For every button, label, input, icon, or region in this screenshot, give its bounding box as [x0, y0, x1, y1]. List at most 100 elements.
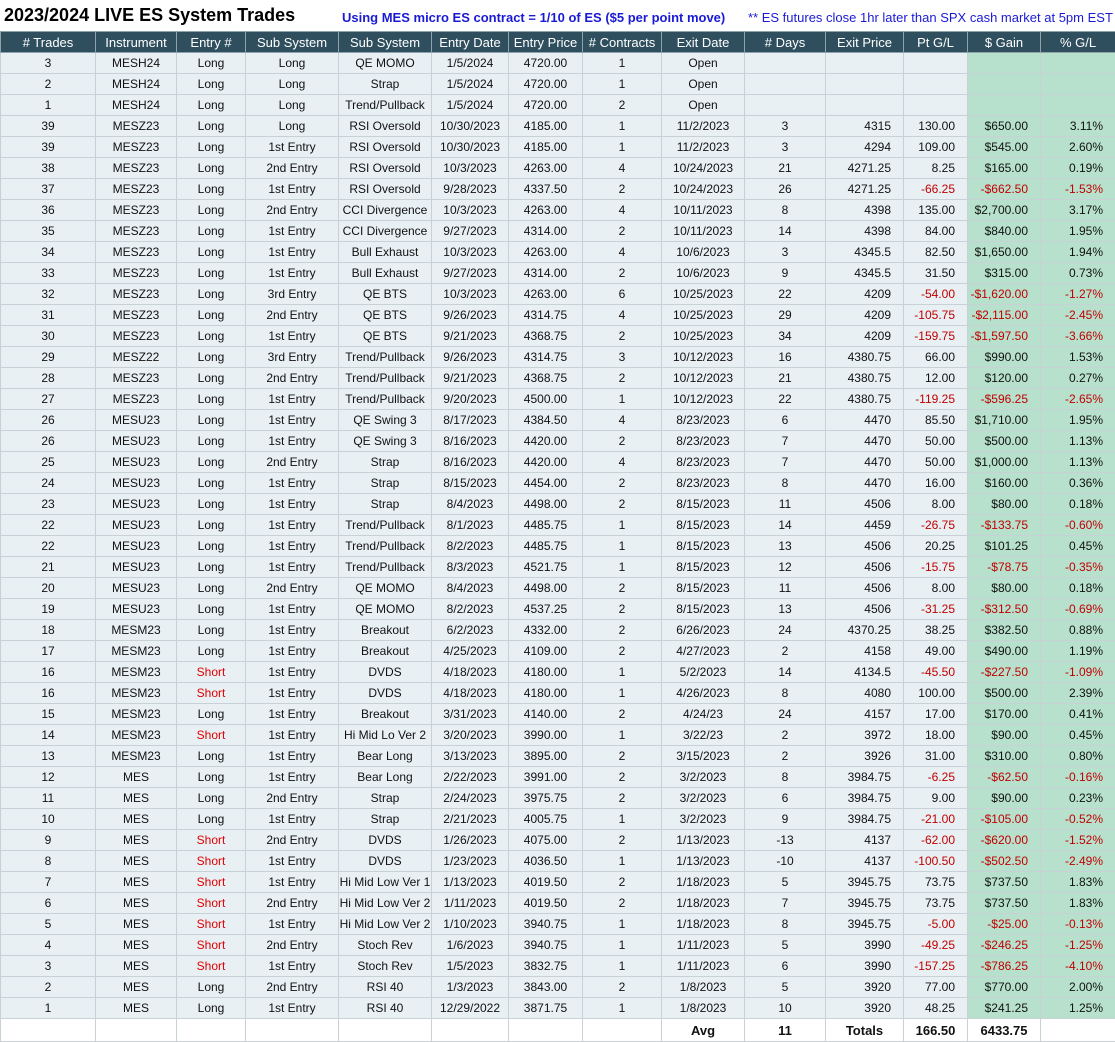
percent-gl-cell[interactable]: 0.27%: [1041, 368, 1115, 389]
contracts-cell[interactable]: 2: [583, 494, 662, 515]
days-held-cell[interactable]: 21: [745, 158, 826, 179]
entry-direction-cell[interactable]: Long: [177, 809, 246, 830]
instrument-cell[interactable]: MESZ23: [96, 389, 177, 410]
trade-number-cell[interactable]: 16: [1, 662, 96, 683]
entry-date-cell[interactable]: 10/3/2023: [432, 158, 509, 179]
trade-number-cell[interactable]: 37: [1, 179, 96, 200]
entry-date-cell[interactable]: 8/16/2023: [432, 452, 509, 473]
entry-number-cell[interactable]: 1st Entry: [246, 998, 339, 1019]
trade-number-cell[interactable]: 2: [1, 74, 96, 95]
exit-price-cell[interactable]: 3945.75: [826, 914, 904, 935]
percent-gl-cell[interactable]: 0.23%: [1041, 788, 1115, 809]
days-held-cell[interactable]: 3: [745, 242, 826, 263]
entry-number-cell[interactable]: 1st Entry: [246, 242, 339, 263]
sub-system-cell[interactable]: Trend/Pullback: [339, 557, 432, 578]
sub-system-cell[interactable]: Strap: [339, 74, 432, 95]
instrument-cell[interactable]: MES: [96, 830, 177, 851]
contracts-cell[interactable]: 2: [583, 767, 662, 788]
dollar-gain-cell[interactable]: $770.00: [968, 977, 1041, 998]
instrument-cell[interactable]: MESH24: [96, 74, 177, 95]
entry-date-cell[interactable]: 2/21/2023: [432, 809, 509, 830]
exit-price-cell[interactable]: [826, 95, 904, 116]
entry-direction-cell[interactable]: Long: [177, 557, 246, 578]
entry-direction-cell[interactable]: Long: [177, 95, 246, 116]
entry-number-cell[interactable]: 1st Entry: [246, 494, 339, 515]
entry-direction-cell[interactable]: Long: [177, 284, 246, 305]
exit-price-cell[interactable]: 4209: [826, 305, 904, 326]
entry-direction-cell[interactable]: Short: [177, 851, 246, 872]
exit-date-cell[interactable]: 10/25/2023: [662, 284, 745, 305]
instrument-cell[interactable]: MESZ23: [96, 263, 177, 284]
exit-date-cell[interactable]: 8/15/2023: [662, 515, 745, 536]
entry-direction-cell[interactable]: Long: [177, 704, 246, 725]
entry-date-cell[interactable]: 8/2/2023: [432, 599, 509, 620]
entry-date-cell[interactable]: 1/11/2023: [432, 893, 509, 914]
exit-date-cell[interactable]: 3/22/23: [662, 725, 745, 746]
points-gl-cell[interactable]: 16.00: [904, 473, 968, 494]
points-gl-cell[interactable]: -45.50: [904, 662, 968, 683]
points-gl-cell[interactable]: 50.00: [904, 431, 968, 452]
entry-number-cell[interactable]: 2nd Entry: [246, 893, 339, 914]
entry-direction-cell[interactable]: Long: [177, 515, 246, 536]
exit-date-cell[interactable]: 1/8/2023: [662, 977, 745, 998]
trade-number-cell[interactable]: 5: [1, 914, 96, 935]
trade-number-cell[interactable]: 6: [1, 893, 96, 914]
dollar-gain-cell[interactable]: -$312.50: [968, 599, 1041, 620]
days-held-cell[interactable]: [745, 53, 826, 74]
instrument-cell[interactable]: MESZ23: [96, 242, 177, 263]
percent-gl-cell[interactable]: 3.17%: [1041, 200, 1115, 221]
instrument-cell[interactable]: MESU23: [96, 494, 177, 515]
trade-number-cell[interactable]: 27: [1, 389, 96, 410]
entry-number-cell[interactable]: 1st Entry: [246, 641, 339, 662]
exit-date-cell[interactable]: 6/26/2023: [662, 620, 745, 641]
entry-number-cell[interactable]: 2nd Entry: [246, 158, 339, 179]
instrument-cell[interactable]: MESM23: [96, 620, 177, 641]
trade-number-cell[interactable]: 32: [1, 284, 96, 305]
dollar-gain-cell[interactable]: [968, 53, 1041, 74]
percent-gl-cell[interactable]: 0.80%: [1041, 746, 1115, 767]
exit-price-cell[interactable]: 4271.25: [826, 158, 904, 179]
dollar-gain-cell[interactable]: $90.00: [968, 788, 1041, 809]
entry-direction-cell[interactable]: Long: [177, 74, 246, 95]
dollar-gain-cell[interactable]: -$25.00: [968, 914, 1041, 935]
exit-price-cell[interactable]: 3920: [826, 998, 904, 1019]
entry-price-cell[interactable]: 4075.00: [509, 830, 583, 851]
percent-gl-cell[interactable]: -0.52%: [1041, 809, 1115, 830]
percent-gl-cell[interactable]: 2.60%: [1041, 137, 1115, 158]
exit-date-cell[interactable]: 10/24/2023: [662, 158, 745, 179]
trade-number-cell[interactable]: 1: [1, 998, 96, 1019]
percent-gl-cell[interactable]: 0.18%: [1041, 578, 1115, 599]
entry-direction-cell[interactable]: Long: [177, 200, 246, 221]
footer-cell[interactable]: [339, 1019, 432, 1042]
instrument-cell[interactable]: MESM23: [96, 746, 177, 767]
percent-gl-cell[interactable]: 1.13%: [1041, 452, 1115, 473]
entry-number-cell[interactable]: 1st Entry: [246, 725, 339, 746]
entry-date-cell[interactable]: 9/27/2023: [432, 263, 509, 284]
entry-number-cell[interactable]: 2nd Entry: [246, 452, 339, 473]
percent-gl-cell[interactable]: 0.88%: [1041, 620, 1115, 641]
contracts-cell[interactable]: 2: [583, 830, 662, 851]
trade-number-cell[interactable]: 20: [1, 578, 96, 599]
trade-number-cell[interactable]: 22: [1, 536, 96, 557]
entry-number-cell[interactable]: 1st Entry: [246, 704, 339, 725]
contracts-cell[interactable]: 1: [583, 116, 662, 137]
sub-system-cell[interactable]: DVDS: [339, 683, 432, 704]
footer-cell[interactable]: [583, 1019, 662, 1042]
dollar-gain-cell[interactable]: [968, 74, 1041, 95]
entry-price-cell[interactable]: 4263.00: [509, 242, 583, 263]
sub-system-cell[interactable]: QE MOMO: [339, 53, 432, 74]
entry-direction-cell[interactable]: Short: [177, 683, 246, 704]
contracts-cell[interactable]: 1: [583, 53, 662, 74]
points-gl-cell[interactable]: 12.00: [904, 368, 968, 389]
contracts-cell[interactable]: 2: [583, 263, 662, 284]
sub-system-cell[interactable]: RSI Oversold: [339, 179, 432, 200]
sub-system-cell[interactable]: Trend/Pullback: [339, 347, 432, 368]
contracts-cell[interactable]: 2: [583, 746, 662, 767]
points-gl-cell[interactable]: 109.00: [904, 137, 968, 158]
points-gl-cell[interactable]: -26.75: [904, 515, 968, 536]
exit-price-cell[interactable]: 3920: [826, 977, 904, 998]
days-held-cell[interactable]: 22: [745, 284, 826, 305]
sub-system-cell[interactable]: Trend/Pullback: [339, 95, 432, 116]
sub-system-cell[interactable]: Trend/Pullback: [339, 389, 432, 410]
exit-price-cell[interactable]: 4506: [826, 599, 904, 620]
